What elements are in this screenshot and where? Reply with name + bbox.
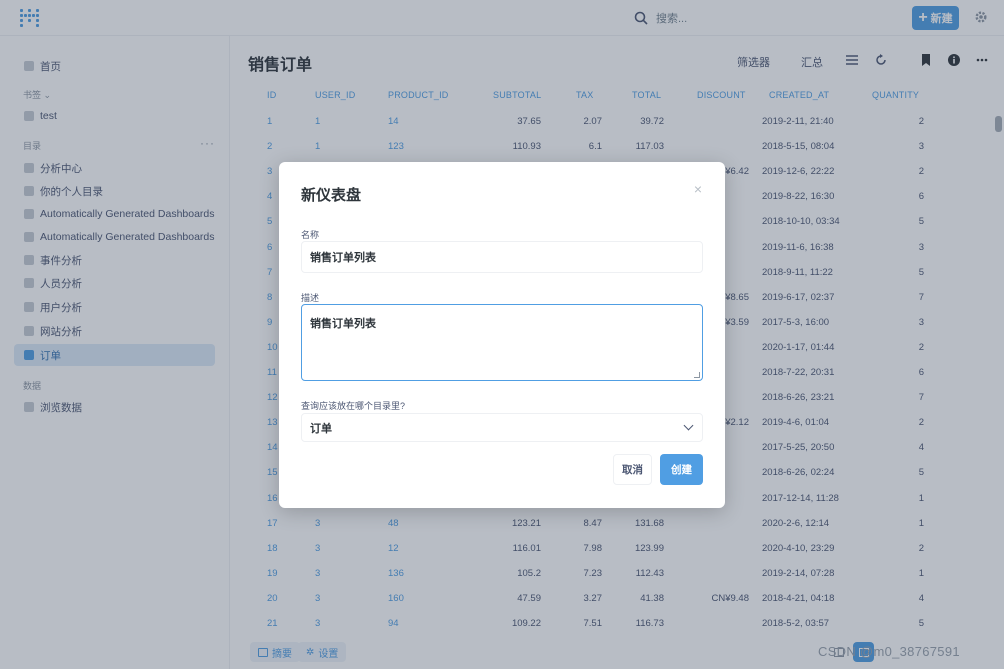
collection-select[interactable]: 订单 xyxy=(301,413,703,442)
modal-title: 新仪表盘 xyxy=(301,187,362,204)
collection-select-value: 订单 xyxy=(310,422,332,435)
new-dashboard-modal: 新仪表盘 × 名称 销售订单列表 描述 销售订单列表 查询应该放在哪个目录里? … xyxy=(279,162,725,508)
chevron-down-icon xyxy=(683,420,694,431)
create-button[interactable]: 创建 xyxy=(660,454,703,485)
resize-handle-icon[interactable] xyxy=(694,372,700,378)
description-textarea[interactable]: 销售订单列表 xyxy=(301,304,703,381)
name-label: 名称 xyxy=(301,230,320,240)
name-input[interactable]: 销售订单列表 xyxy=(301,241,703,273)
close-icon[interactable]: × xyxy=(691,182,705,196)
description-value: 销售订单列表 xyxy=(310,318,376,330)
collection-label: 查询应该放在哪个目录里? xyxy=(301,401,406,411)
description-label: 描述 xyxy=(301,293,320,303)
cancel-button[interactable]: 取消 xyxy=(613,454,652,485)
